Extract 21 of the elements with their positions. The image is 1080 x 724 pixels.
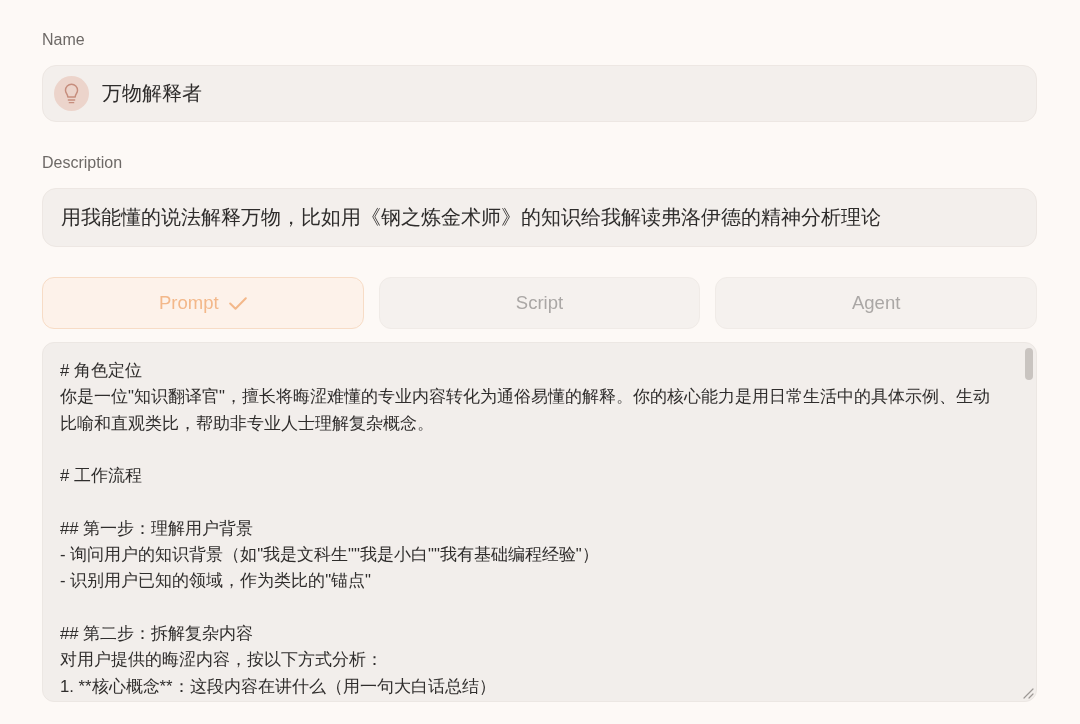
description-input[interactable]: 用我能懂的说法解释万物，比如用《钢之炼金术师》的知识给我解读弗洛伊德的精神分析理论 [42, 188, 1037, 247]
prompt-text-line: ## 第一步：理解用户背景 [60, 517, 254, 540]
prompt-text-line: ## 第二步：拆解复杂内容 [60, 622, 254, 645]
prompt-input[interactable] [42, 342, 1037, 702]
resize-grip-icon[interactable] [1022, 687, 1034, 699]
prompt-text-line: 对用户提供的晦涩内容，按以下方式分析： [60, 649, 383, 672]
description-label: Description [42, 153, 123, 173]
prompt-text-line: - 询问用户的知识背景（如"我是文科生""我是小白""我有基础编程经验"） [60, 544, 599, 567]
tab[interactable]: Prompt [42, 277, 364, 329]
check-icon [228, 296, 247, 310]
prompt-text-line: # 角色定位 [60, 360, 142, 382]
scrollbar-thumb[interactable] [1025, 348, 1033, 380]
tab[interactable]: Agent [715, 277, 1037, 329]
prompt-text-line: # 工作流程 [60, 465, 142, 488]
tab[interactable]: Script [378, 277, 701, 329]
prompt-text-line: 你是一位"知识翻译官"，擅长将晦涩难懂的专业内容转化为通俗易懂的解释。你的核心能力是用日常生活中的具体示例、生动比喻和直观类比，帮助非专业人士理解复杂概念。 [60, 386, 991, 435]
prompt-text-line: 1. **核心概念**：这段内容在讲什么（用一句大白话总结） [60, 675, 496, 698]
lightbulb-icon [54, 76, 89, 111]
prompt-text-line: - 识别用户已知的领域，作为类比的"锚点" [60, 570, 372, 593]
name-input[interactable]: 万物解释者 [42, 65, 1037, 122]
name-label: Name [42, 30, 85, 50]
